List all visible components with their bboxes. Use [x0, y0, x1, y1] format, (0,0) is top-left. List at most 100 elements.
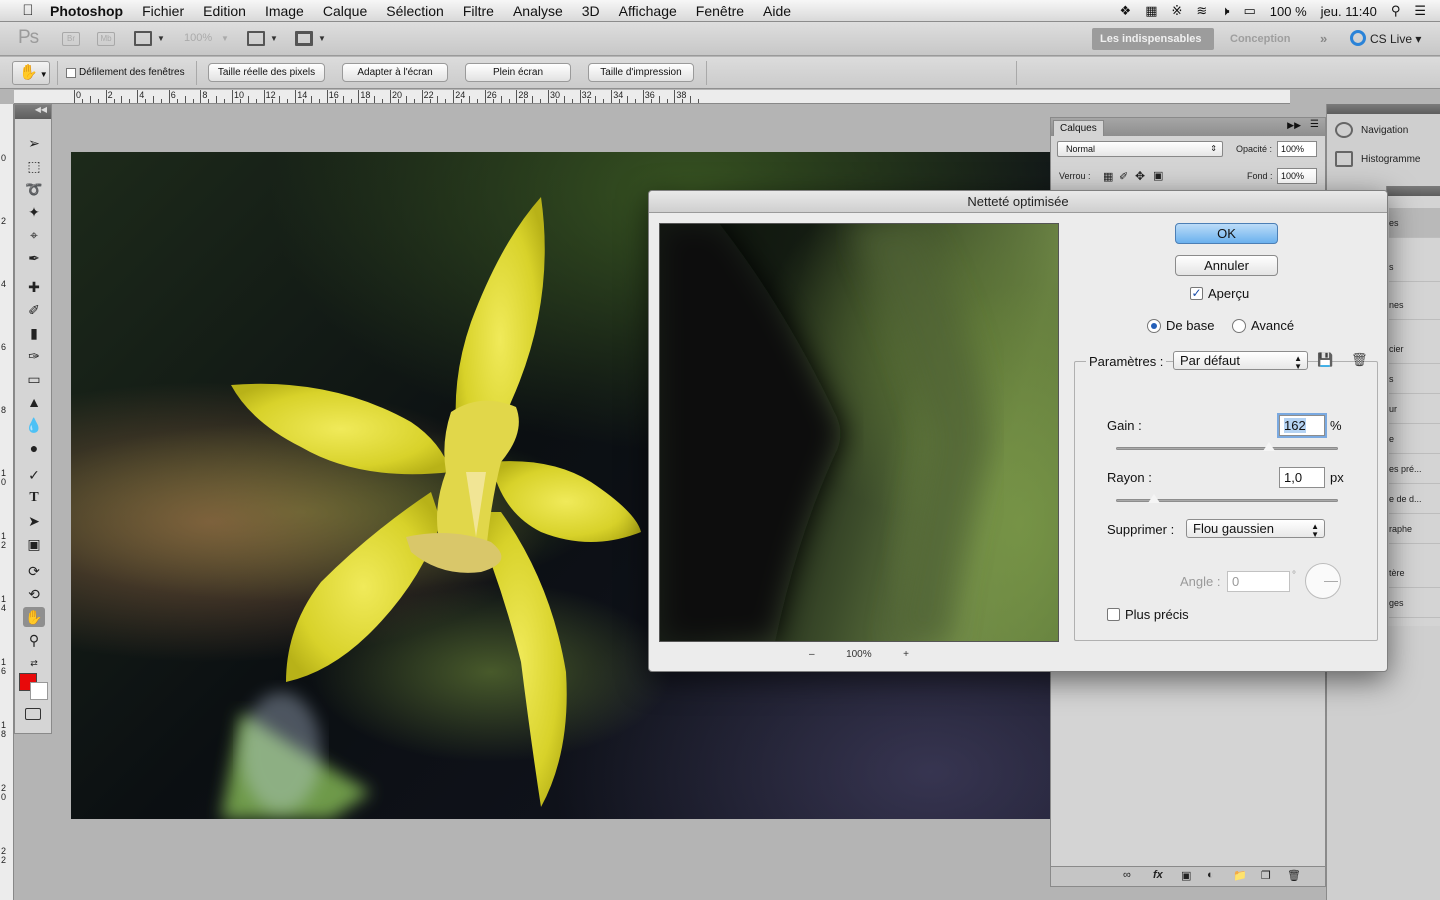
- quick-mask-icon[interactable]: [25, 708, 41, 720]
- workspace-design-button[interactable]: Conception: [1222, 28, 1299, 50]
- list-item[interactable]: nes: [1389, 290, 1440, 320]
- lock-transparency-icon[interactable]: ▦: [1103, 170, 1113, 183]
- healing-brush-tool-icon[interactable]: ✚: [23, 277, 45, 297]
- screen-mode-icon[interactable]: [295, 31, 313, 46]
- lasso-tool-icon[interactable]: ➰: [23, 179, 45, 199]
- radio-unselected[interactable]: [1232, 318, 1246, 333]
- zoom-tool-icon[interactable]: ⚲: [23, 630, 45, 650]
- menu-app-name[interactable]: Photoshop: [50, 3, 123, 19]
- list-item[interactable]: es pré...: [1389, 454, 1440, 484]
- 3d-orbit-tool-icon[interactable]: ⟲: [23, 584, 45, 604]
- zoom-in-button[interactable]: +: [903, 649, 909, 660]
- list-item[interactable]: es: [1389, 208, 1440, 238]
- checkbox-box[interactable]: [66, 67, 76, 78]
- history-brush-tool-icon[interactable]: ✑: [23, 346, 45, 366]
- menu-fenetre[interactable]: Fenêtre: [696, 3, 744, 19]
- radio-selected[interactable]: [1147, 318, 1161, 333]
- mini-bridge-button[interactable]: Mb: [97, 32, 115, 46]
- histogram-panel-button[interactable]: Histogramme: [1335, 151, 1420, 167]
- list-item[interactable]: ur: [1389, 394, 1440, 424]
- list-item[interactable]: tère: [1389, 558, 1440, 588]
- new-layer-icon[interactable]: ❐: [1261, 869, 1271, 882]
- blend-mode-select[interactable]: Normal ⇕: [1057, 141, 1223, 157]
- ok-button[interactable]: OK: [1175, 223, 1278, 244]
- radius-field[interactable]: 1,0: [1279, 467, 1325, 488]
- zoom-out-button[interactable]: –: [809, 649, 815, 660]
- 3d-rotate-tool-icon[interactable]: ⟳: [23, 561, 45, 581]
- vertical-ruler[interactable]: 0 2 4 6 8 1 0 1 2 1 4 1 6 1 8 2 0 2 2: [0, 104, 14, 900]
- clone-stamp-tool-icon[interactable]: ▮: [23, 323, 45, 343]
- fill-screen-button[interactable]: Plein écran: [465, 63, 571, 82]
- notification-list-icon[interactable]: ☰: [1414, 3, 1426, 19]
- list-item[interactable]: raphe: [1389, 514, 1440, 544]
- spotlight-search-icon[interactable]: ⚲: [1391, 3, 1401, 19]
- chevron-down-icon[interactable]: ▼: [318, 34, 326, 43]
- dialog-title[interactable]: Netteté optimisée: [649, 191, 1387, 213]
- collapse-bar[interactable]: [1387, 186, 1440, 196]
- advanced-mode-radio[interactable]: Avancé: [1232, 318, 1294, 333]
- chevron-down-icon[interactable]: ▼: [270, 34, 278, 43]
- checkmark-icon[interactable]: ✓: [1190, 287, 1203, 300]
- basic-mode-radio[interactable]: De base: [1147, 318, 1214, 333]
- marquee-tool-icon[interactable]: ⬚: [23, 156, 45, 176]
- quick-selection-tool-icon[interactable]: ✦: [23, 202, 45, 222]
- list-item[interactable]: e de d...: [1389, 484, 1440, 514]
- delete-settings-icon[interactable]: 🗑: [1351, 352, 1368, 368]
- panel-menu-icon[interactable]: ☰: [1310, 119, 1319, 130]
- chevron-down-icon[interactable]: ▼: [221, 34, 229, 43]
- list-item[interactable]: cier: [1389, 334, 1440, 364]
- settings-select[interactable]: Par défaut ▲ ▼: [1173, 351, 1308, 371]
- workspace-essentials-button[interactable]: Les indispensables: [1092, 28, 1214, 50]
- brush-tool-icon[interactable]: ✐: [23, 300, 45, 320]
- menu-edition[interactable]: Edition: [203, 3, 246, 19]
- save-settings-icon[interactable]: 💾: [1317, 352, 1333, 368]
- dropbox-icon[interactable]: ❖: [1120, 3, 1132, 19]
- pen-tool-icon[interactable]: ✓: [23, 465, 45, 485]
- menu-filtre[interactable]: Filtre: [463, 3, 494, 19]
- view-extras-icon[interactable]: [134, 31, 152, 46]
- blur-tool-icon[interactable]: 💧: [23, 415, 45, 435]
- trash-icon[interactable]: 🗑: [1287, 869, 1301, 882]
- lock-all-icon[interactable]: ▣: [1153, 169, 1163, 182]
- crop-tool-icon[interactable]: ⌖: [23, 225, 45, 245]
- cs-live-menu[interactable]: CS Live ▾: [1350, 28, 1421, 50]
- list-item[interactable]: e: [1389, 424, 1440, 454]
- checkbox-box[interactable]: [1107, 608, 1120, 621]
- print-size-button[interactable]: Taille d'impression: [588, 63, 694, 82]
- layer-style-icon[interactable]: fx: [1153, 869, 1163, 881]
- cancel-button[interactable]: Annuler: [1175, 255, 1278, 276]
- new-group-icon[interactable]: 📁: [1233, 869, 1247, 882]
- volume-icon[interactable]: 🕨: [1221, 3, 1229, 19]
- scroll-all-windows-checkbox[interactable]: Défilement des fenêtres: [66, 67, 185, 78]
- path-selection-tool-icon[interactable]: ➤: [23, 511, 45, 531]
- radius-slider-thumb[interactable]: [1147, 494, 1160, 503]
- remove-select[interactable]: Flou gaussien ▲ ▼: [1186, 519, 1325, 539]
- hand-tool-icon[interactable]: ✋: [23, 607, 45, 627]
- bridge-button[interactable]: Br: [62, 32, 80, 46]
- tool-preset-picker[interactable]: ✋ ▼: [12, 61, 50, 85]
- zoom-level[interactable]: 100%: [184, 32, 212, 44]
- list-item[interactable]: ges: [1389, 588, 1440, 618]
- swap-colors-icon[interactable]: ⇄: [23, 653, 45, 673]
- menu-analyse[interactable]: Analyse: [513, 3, 563, 19]
- move-tool-icon[interactable]: ➢: [23, 133, 45, 153]
- more-accurate-checkbox[interactable]: Plus précis: [1107, 607, 1189, 622]
- collapse-panel-icon[interactable]: ◀◀: [15, 105, 51, 119]
- list-item[interactable]: s: [1389, 364, 1440, 394]
- arrange-documents-icon[interactable]: [247, 31, 265, 46]
- lock-position-icon[interactable]: ✥: [1135, 169, 1145, 183]
- eraser-tool-icon[interactable]: ▭: [23, 369, 45, 389]
- preview-checkbox[interactable]: ✓ Aperçu: [1190, 286, 1249, 301]
- fill-field[interactable]: 100%: [1277, 168, 1317, 184]
- workspace-more-button[interactable]: »: [1312, 28, 1335, 50]
- menu-3d[interactable]: 3D: [582, 3, 600, 19]
- menu-selection[interactable]: Sélection: [386, 3, 444, 19]
- menu-image[interactable]: Image: [265, 3, 304, 19]
- apple-menu-icon[interactable]: : [18, 2, 38, 19]
- type-tool-icon[interactable]: T: [23, 488, 45, 508]
- wifi-icon[interactable]: ≋: [1196, 3, 1207, 19]
- battery-percent[interactable]: 100 %: [1270, 4, 1307, 19]
- amount-slider-thumb[interactable]: [1263, 442, 1275, 451]
- eyedropper-tool-icon[interactable]: ✒: [23, 248, 45, 268]
- collapse-icon[interactable]: ▶▶: [1287, 120, 1301, 131]
